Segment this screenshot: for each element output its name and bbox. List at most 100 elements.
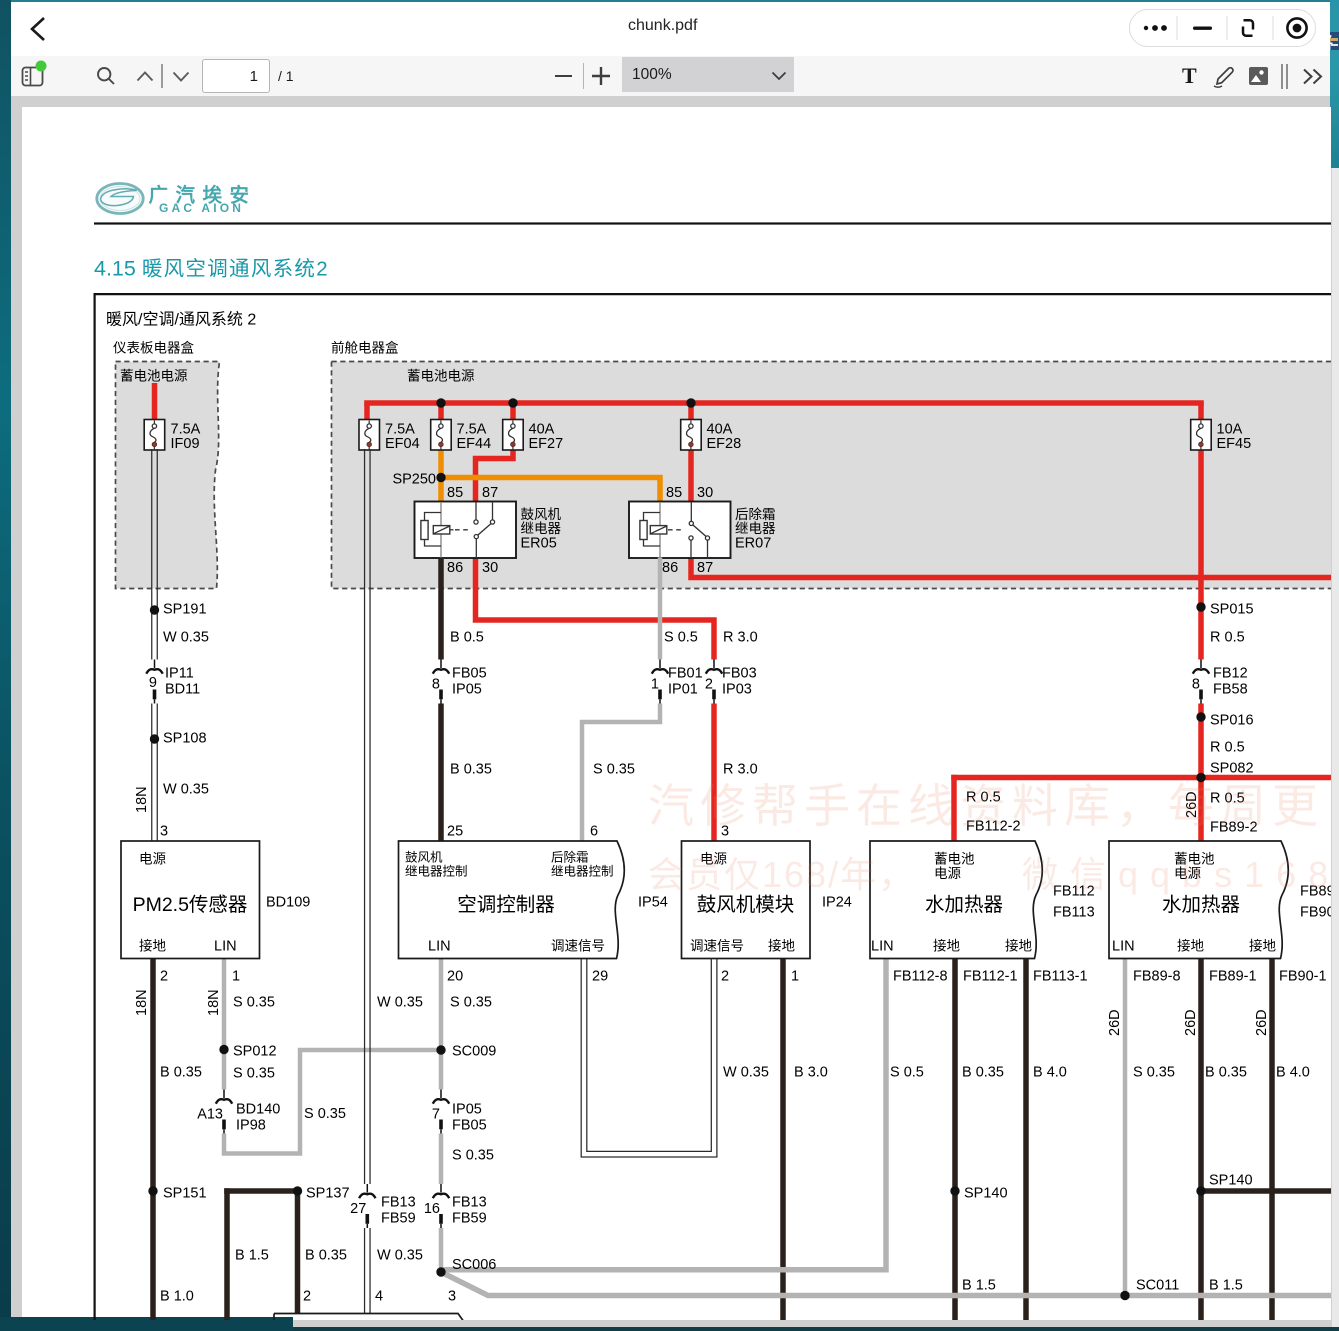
svg-text:LIN: LIN <box>1112 939 1135 955</box>
svg-text:调速信号: 调速信号 <box>690 939 744 954</box>
svg-text:FB01: FB01 <box>668 666 703 682</box>
svg-text:IP01: IP01 <box>668 682 698 698</box>
svg-text:86: 86 <box>447 560 463 576</box>
svg-text:继电器控制: 继电器控制 <box>405 865 468 879</box>
svg-text:W 0.35: W 0.35 <box>377 1248 423 1264</box>
svg-text:接地: 接地 <box>139 938 166 954</box>
svg-text:4.15 暖风空调通风系统2: 4.15 暖风空调通风系统2 <box>94 257 329 281</box>
svg-text:FB90: FB90 <box>1300 905 1331 921</box>
svg-text:S 0.35: S 0.35 <box>450 995 492 1011</box>
svg-text:蓄电池电源: 蓄电池电源 <box>120 369 188 384</box>
svg-text:汽修帮手在线资料库，每周更: 汽修帮手在线资料库，每周更 <box>648 780 1324 832</box>
svg-text:空调控制器: 空调控制器 <box>457 894 555 916</box>
svg-text:BD109: BD109 <box>266 895 310 911</box>
svg-text:1: 1 <box>651 677 659 693</box>
svg-text:EF28: EF28 <box>707 436 742 452</box>
svg-text:W 0.35: W 0.35 <box>377 995 423 1011</box>
svg-text:继电器: 继电器 <box>735 521 776 536</box>
svg-text:6: 6 <box>590 824 598 840</box>
svg-text:EF27: EF27 <box>529 436 564 452</box>
svg-text:W 0.35: W 0.35 <box>163 782 209 798</box>
svg-text:SC009: SC009 <box>452 1044 496 1060</box>
svg-text:1: 1 <box>791 969 799 985</box>
svg-text:LIN: LIN <box>428 939 451 955</box>
svg-text:W 0.35: W 0.35 <box>723 1065 769 1081</box>
svg-text:接地: 接地 <box>768 938 796 954</box>
svg-text:FB05: FB05 <box>452 666 487 682</box>
svg-text:FB13: FB13 <box>381 1195 416 1211</box>
svg-text:B 0.35: B 0.35 <box>160 1065 202 1081</box>
svg-text:26D: 26D <box>1183 1009 1199 1036</box>
svg-text:FB113: FB113 <box>1053 905 1095 921</box>
svg-text:7: 7 <box>432 1107 440 1123</box>
svg-text:微信qqbs168: 微信qqbs168 <box>1022 854 1331 895</box>
svg-text:S 0.5: S 0.5 <box>890 1065 924 1081</box>
svg-text:仪表板电器盒: 仪表板电器盒 <box>113 340 194 356</box>
svg-text:SP012: SP012 <box>233 1044 277 1060</box>
svg-text:ER07: ER07 <box>735 536 771 552</box>
svg-text:26D: 26D <box>1107 1009 1123 1036</box>
svg-text:IF09: IF09 <box>171 436 200 452</box>
svg-text:1: 1 <box>232 969 240 985</box>
svg-text:B 1.5: B 1.5 <box>235 1248 269 1264</box>
svg-text:鼓风机模块: 鼓风机模块 <box>697 894 795 916</box>
svg-text:26D: 26D <box>1254 1009 1270 1036</box>
svg-text:8: 8 <box>1192 677 1200 693</box>
svg-text:接地: 接地 <box>933 938 961 954</box>
svg-text:IP03: IP03 <box>722 682 752 698</box>
svg-text:SP016: SP016 <box>1210 713 1254 729</box>
svg-text:S 0.35: S 0.35 <box>1133 1065 1175 1081</box>
svg-text:R 0.5: R 0.5 <box>1210 630 1245 646</box>
svg-text:FB89-1: FB89-1 <box>1209 969 1257 985</box>
svg-text:暖风/空调/通风系统 2: 暖风/空调/通风系统 2 <box>106 311 256 329</box>
svg-text:继电器控制: 继电器控制 <box>551 865 614 879</box>
svg-text:SC011: SC011 <box>1136 1278 1179 1294</box>
svg-text:SC006: SC006 <box>452 1257 496 1273</box>
svg-text:接地: 接地 <box>1177 938 1205 954</box>
svg-text:FB13: FB13 <box>452 1195 487 1211</box>
svg-text:FB112-8: FB112-8 <box>893 969 948 985</box>
svg-text:S 0.35: S 0.35 <box>233 1066 275 1082</box>
svg-text:IP54: IP54 <box>638 895 668 911</box>
svg-text:86: 86 <box>662 560 678 576</box>
svg-text:ER05: ER05 <box>521 536 557 552</box>
svg-text:IP24: IP24 <box>822 895 852 911</box>
svg-text:18N: 18N <box>134 989 150 1016</box>
svg-text:R 0.5: R 0.5 <box>1210 740 1245 756</box>
svg-text:87: 87 <box>482 485 498 501</box>
svg-text:B 0.5: B 0.5 <box>450 630 484 646</box>
svg-text:16: 16 <box>424 1201 440 1217</box>
svg-text:B 1.5: B 1.5 <box>962 1278 996 1294</box>
svg-text:R 3.0: R 3.0 <box>723 762 758 778</box>
svg-text:8: 8 <box>432 677 440 693</box>
svg-text:87: 87 <box>697 560 713 576</box>
svg-text:LIN: LIN <box>214 939 237 955</box>
svg-text:2: 2 <box>303 1289 311 1305</box>
svg-text:IP11: IP11 <box>165 666 194 682</box>
svg-text:FB59: FB59 <box>381 1211 416 1227</box>
svg-text:B 4.0: B 4.0 <box>1276 1065 1310 1081</box>
svg-text:电源: 电源 <box>139 852 166 867</box>
svg-text:EF04: EF04 <box>385 436 420 452</box>
svg-text:FB59: FB59 <box>452 1211 487 1227</box>
svg-text:B 0.35: B 0.35 <box>450 762 492 778</box>
svg-text:27: 27 <box>350 1201 366 1217</box>
svg-text:SP015: SP015 <box>1210 602 1254 618</box>
svg-text:鼓风机: 鼓风机 <box>521 507 562 522</box>
svg-text:S 0.35: S 0.35 <box>452 1148 494 1164</box>
svg-text:20: 20 <box>447 969 463 985</box>
svg-text:FB90-1: FB90-1 <box>1279 969 1327 985</box>
svg-text:FB113-1: FB113-1 <box>1033 969 1088 985</box>
svg-text:85: 85 <box>666 485 682 501</box>
svg-text:后除霜: 后除霜 <box>551 850 589 865</box>
svg-text:FB03: FB03 <box>722 666 757 682</box>
svg-text:A13: A13 <box>197 1107 223 1123</box>
svg-text:2: 2 <box>160 969 168 985</box>
svg-text:S 0.35: S 0.35 <box>304 1106 346 1122</box>
svg-text:B 1.0: B 1.0 <box>160 1289 194 1305</box>
svg-text:SP137: SP137 <box>306 1186 350 1202</box>
svg-text:B 0.35: B 0.35 <box>962 1065 1004 1081</box>
svg-text:会员仅168/年，: 会员仅168/年， <box>648 854 916 895</box>
svg-text:S 0.35: S 0.35 <box>593 762 635 778</box>
svg-text:IP05: IP05 <box>452 1102 482 1118</box>
